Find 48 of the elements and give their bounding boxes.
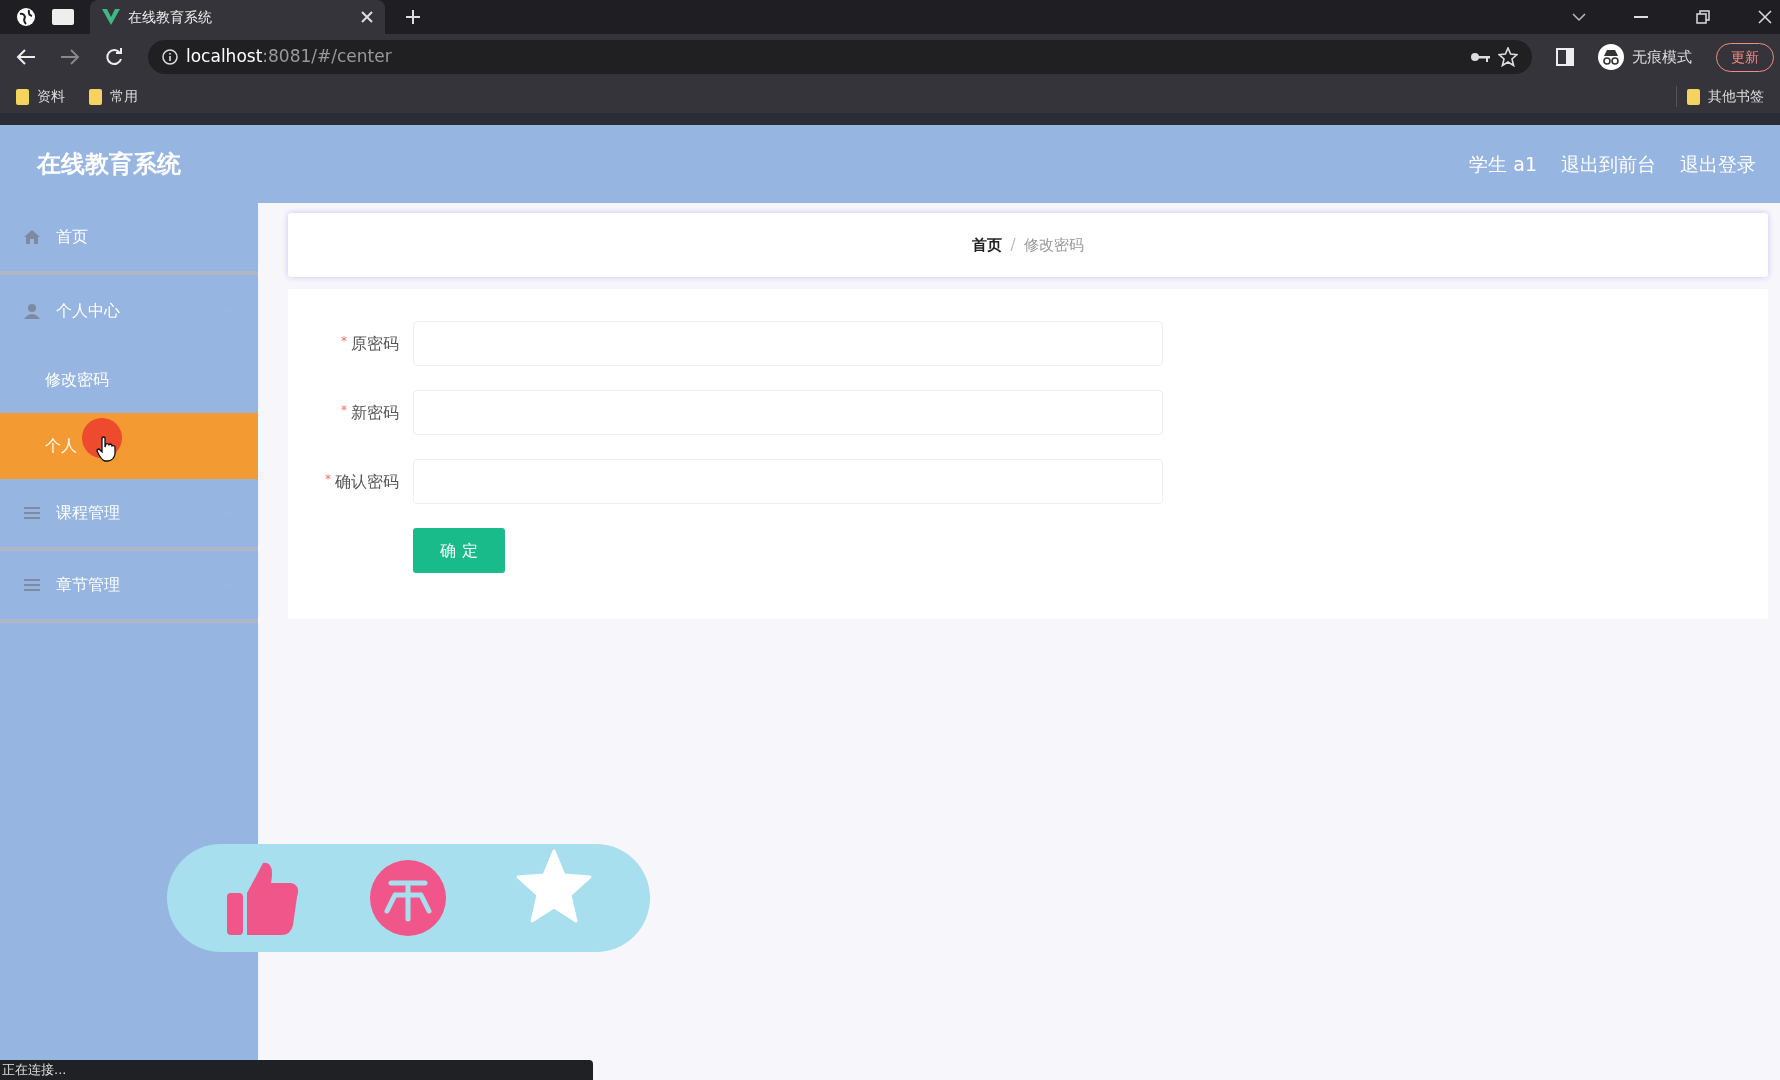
incognito-icon — [1598, 44, 1624, 70]
breadcrumb-separator: / — [1010, 234, 1016, 256]
bookmark[interactable]: 资料 — [16, 86, 65, 107]
sidebar-item[interactable]: 课程管理 — [0, 479, 258, 551]
sidebar-item[interactable]: 章节管理 — [0, 551, 258, 623]
bookmark[interactable]: 其他书签 — [1676, 86, 1764, 107]
field-label: * 确认密码 — [324, 470, 400, 493]
hand-cursor-icon — [96, 436, 116, 462]
v-logo-icon — [102, 9, 120, 25]
info-icon — [162, 49, 178, 65]
home-icon — [24, 229, 40, 245]
sidebar-subitem[interactable]: 修改密码 — [0, 347, 258, 413]
sidebar-item[interactable]: 个人中心 — [0, 275, 258, 347]
star-outline-icon[interactable] — [1498, 47, 1518, 67]
forward-arrow-icon[interactable] — [60, 48, 80, 66]
new-tab-icon[interactable] — [405, 9, 421, 25]
bookmark[interactable]: 常用 — [89, 86, 138, 107]
browser-tab[interactable]: 在线教育系统 — [90, 0, 385, 34]
chevron-down-icon[interactable] — [1572, 12, 1586, 22]
globe-icon[interactable] — [16, 7, 36, 27]
tab-title: 在线教育系统 — [128, 7, 213, 27]
close-icon[interactable] — [361, 11, 373, 23]
star-icon — [515, 849, 592, 925]
url-text: localhost:8081/#/center — [186, 45, 392, 69]
breadcrumb-item: 修改密码 — [1023, 234, 1084, 256]
side-panel-icon[interactable] — [1556, 48, 1574, 66]
sidebar-subitem[interactable]: 个人 — [0, 413, 258, 479]
confirm-button[interactable]: 确 定 — [413, 528, 505, 573]
header-link[interactable]: 退出到前台 — [1561, 149, 1656, 179]
field-label: * 新密码 — [340, 401, 400, 424]
field-label: * 原密码 — [340, 332, 400, 355]
breadcrumb-item[interactable]: 首页 — [972, 233, 1003, 257]
reload-icon[interactable] — [104, 47, 124, 67]
app-title: 在线教育系统 — [37, 149, 181, 180]
list-icon — [24, 505, 40, 521]
coin-icon — [369, 859, 448, 937]
back-arrow-icon[interactable] — [16, 48, 36, 66]
list-icon — [24, 577, 40, 593]
header-link[interactable]: 退出登录 — [1680, 149, 1756, 179]
sidebar-item[interactable]: 首页 — [0, 203, 258, 275]
user-icon — [24, 303, 40, 319]
restore-icon[interactable] — [1696, 10, 1710, 24]
close-icon[interactable] — [1758, 10, 1772, 24]
key-icon[interactable] — [1470, 51, 1490, 63]
address-field[interactable]: localhost:8081/#/center — [148, 40, 1532, 74]
status-text: 正在连接... — [0, 1060, 593, 1080]
incognito-label: 无痕模式 — [1632, 46, 1692, 68]
header-link[interactable]: 学生 a1 — [1469, 149, 1537, 179]
